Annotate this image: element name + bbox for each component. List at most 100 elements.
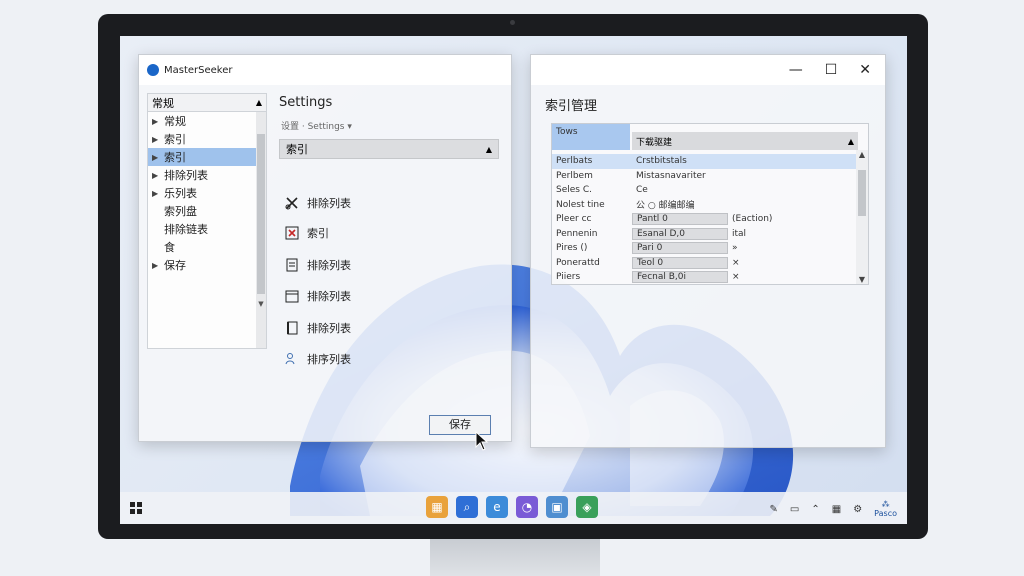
cell-c: ital	[732, 228, 747, 239]
system-tray: ✎ ▭ ⌃ ▦ ⚙ ⁂ Pasco	[770, 500, 897, 518]
chevron-right-icon[interactable]: ▶	[152, 171, 164, 180]
table-row[interactable]: Perlbats Crstbitstals	[552, 154, 858, 169]
shield-icon[interactable]: ◈	[576, 496, 598, 518]
cell-a: Perlbats	[556, 156, 593, 167]
cell-b[interactable]: Fecnal B,0i	[632, 271, 728, 284]
tree-item[interactable]: ▶ 常规	[148, 112, 266, 130]
tree-item[interactable]: 食	[148, 238, 266, 256]
chevron-right-icon[interactable]: ▶	[152, 117, 164, 126]
cell-b: Crstbitstals	[636, 156, 687, 167]
tree-item[interactable]: 排除链表	[148, 220, 266, 238]
settings-icon[interactable]: ⚙	[853, 504, 862, 515]
tree-item[interactable]: ▶ 排除列表	[148, 166, 266, 184]
settings-option-label: 排序列表	[307, 353, 351, 366]
tree-item[interactable]: ▶ 保存	[148, 256, 266, 274]
tree-item-label: 索引	[164, 133, 186, 146]
index-window: — ☐ ✕ 索引管理 Tows 下载驱建 ▲ Perlbats Crstbitst…	[530, 54, 886, 448]
settings-option[interactable]: 排序列表	[285, 351, 351, 367]
tree-item[interactable]: ▶ 索引	[148, 130, 266, 148]
cell-a: Piiers	[556, 272, 581, 283]
tree-item[interactable]: ▶ 乐列表	[148, 184, 266, 202]
document-icon	[285, 258, 299, 272]
photos-icon[interactable]: ▦	[426, 496, 448, 518]
cell-c: ×	[732, 257, 740, 268]
cell-b: Ce	[636, 185, 648, 196]
calendar-icon	[285, 289, 299, 303]
settings-option-label: 排除列表	[307, 259, 351, 272]
cell-c: (Eaction)	[732, 214, 773, 225]
table-row[interactable]: Piiers Fecnal B,0i ×	[552, 270, 858, 285]
breadcrumb[interactable]: 设置 · Settings ▾	[281, 119, 352, 132]
network-icon[interactable]: ▦	[832, 504, 841, 515]
tree-item-label: 常规	[164, 115, 186, 128]
chevron-up-icon: ▲	[485, 144, 492, 154]
pen-icon[interactable]: ✎	[770, 504, 778, 515]
table-scroll-thumb[interactable]	[858, 170, 866, 216]
chevron-right-icon[interactable]: ▶	[152, 153, 164, 162]
cell-b: 公 ○ 邮编邮编	[636, 201, 695, 212]
settings-option[interactable]: 索引	[285, 225, 329, 241]
chevron-down-icon[interactable]: ▼	[256, 300, 266, 308]
chevron-up-icon[interactable]: ▲	[856, 150, 868, 159]
table-row[interactable]: Pires () Pari 0 »	[552, 241, 858, 256]
table-row[interactable]: Pleer cc Pantl 0 (Eaction)	[552, 212, 858, 227]
chevron-right-icon[interactable]: ▶	[152, 189, 164, 198]
clock[interactable]: ⁂ Pasco	[874, 500, 897, 518]
tree-item-label: 排除列表	[164, 169, 208, 182]
book-icon	[285, 321, 299, 335]
cell-b[interactable]: Pantl 0	[632, 213, 728, 226]
settings-option[interactable]: 排除列表	[285, 257, 351, 273]
settings-option-label: 排除列表	[307, 197, 351, 210]
settings-tree: 常规 ▲ ▶ 常规 ▶ 索引 ▶ 索引 ▶ 排除列表 ▶ 乐列表 索列盘 排除链表食 ▶ 保存 ▼	[147, 93, 267, 349]
settings-window: MasterSeeker 常规 ▲ ▶ 常规 ▶ 索引 ▶ 索引 ▶ 排除列表 ▶ 乐列表 索列盘排…	[138, 54, 512, 451]
tree-header[interactable]: 常规 ▲	[148, 94, 266, 112]
cell-a: Pleer cc	[556, 214, 592, 225]
display-icon[interactable]: ▭	[790, 504, 799, 515]
tree-scrollbar[interactable]: ▼	[256, 112, 266, 348]
table-scrollbar[interactable]: ▲ ▼	[856, 150, 868, 284]
edge-icon[interactable]: e	[486, 496, 508, 518]
camera	[510, 20, 515, 25]
chevron-up-icon[interactable]: ⌃	[811, 504, 819, 515]
settings-option[interactable]: 排除列表	[285, 195, 351, 211]
tree-item-label: 排除链表	[164, 223, 208, 236]
cell-b: Mistasnavariter	[636, 170, 706, 181]
maximize-icon[interactable]: ☐	[825, 62, 838, 78]
search-icon[interactable]: ⌕	[456, 496, 478, 518]
tree-item-label: 乐列表	[164, 187, 197, 200]
chevron-down-icon[interactable]: ▼	[856, 275, 868, 284]
app-logo-icon	[147, 64, 159, 76]
chevron-up-icon[interactable]: ▲	[256, 98, 262, 107]
start-icon[interactable]	[130, 502, 142, 514]
store-icon[interactable]: ▣	[546, 496, 568, 518]
cell-a: Seles C.	[556, 185, 592, 196]
chevron-right-icon[interactable]: ▶	[152, 135, 164, 144]
column-a-header[interactable]: Tows	[552, 124, 630, 150]
app-icon[interactable]: ◔	[516, 496, 538, 518]
cell-b[interactable]: Esanal D,0	[632, 227, 728, 240]
users-icon	[285, 352, 299, 366]
table-row[interactable]: Nolest tine 公 ○ 邮编邮编	[552, 198, 858, 213]
table-row[interactable]: Ponerattd Teol 0 ×	[552, 256, 858, 271]
cell-a: Pennenin	[556, 228, 598, 239]
settings-option-label: 排除列表	[307, 290, 351, 303]
close-icon[interactable]: ✕	[859, 62, 871, 78]
column-b-header[interactable]: 下载驱建 ▲	[632, 132, 858, 150]
table-row[interactable]: Pennenin Esanal D,0 ital	[552, 227, 858, 242]
cell-b[interactable]: Teol 0	[632, 256, 728, 269]
settings-option[interactable]: 排除列表	[285, 320, 351, 336]
tree-item-label: 索引	[164, 151, 186, 164]
table-row[interactable]: Perlbem Mistasnavariter	[552, 169, 858, 184]
chevron-right-icon[interactable]: ▶	[152, 261, 164, 270]
tree-scroll-thumb[interactable]	[257, 134, 265, 294]
tree-item-label: 索列盘	[164, 205, 197, 218]
cell-b[interactable]: Pari 0	[632, 242, 728, 255]
minimize-icon[interactable]: —	[789, 62, 803, 78]
table-row[interactable]: Seles C. Ce	[552, 183, 858, 198]
settings-option[interactable]: 排除列表	[285, 288, 351, 304]
cell-c: »	[732, 243, 738, 254]
tree-item[interactable]: ▶ 索引	[148, 148, 266, 166]
tree-item[interactable]: 索列盘	[148, 202, 266, 220]
index-titlebar: — ☐ ✕	[531, 55, 885, 85]
category-select[interactable]: 索引 ▲	[279, 139, 499, 159]
